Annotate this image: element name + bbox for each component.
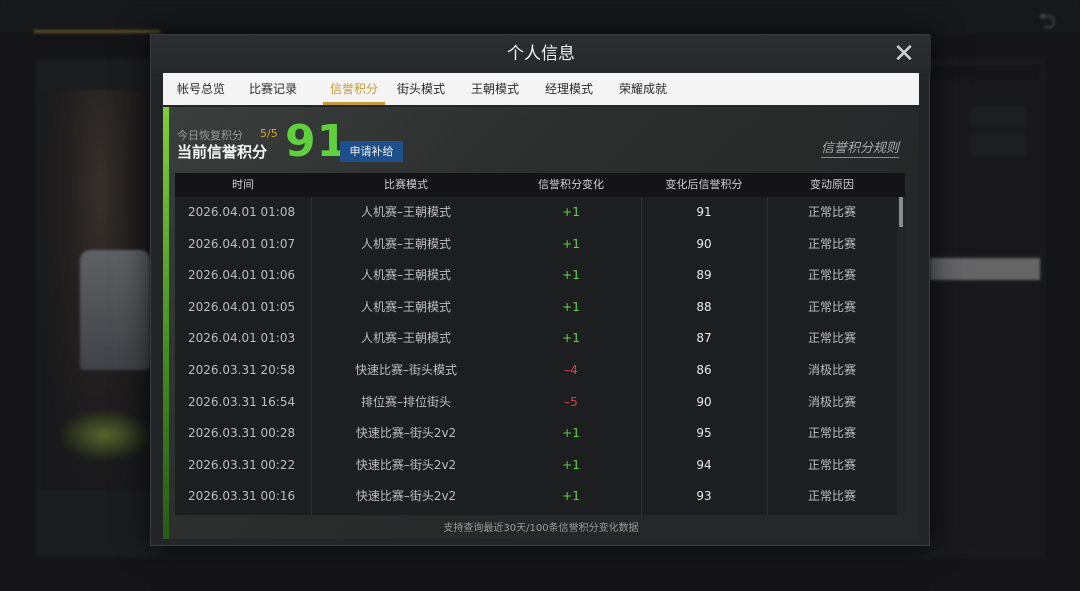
table-row: 2026.03.31 16:54 排位赛–排位街头 –5 90 消极比赛 [175, 387, 897, 419]
cell-after: 86 [696, 363, 712, 377]
cell-change: +1 [562, 299, 580, 314]
cell-mode: 人机赛–王朝模式 [360, 268, 451, 283]
cell-change: –4 [564, 363, 578, 377]
cell-reason: 正常比赛 [807, 268, 856, 283]
cell-reason: 正常比赛 [807, 457, 856, 472]
cell-mode: 人机赛–王朝模式 [360, 205, 451, 219]
cell-after: 91 [696, 205, 712, 219]
cell-reason: 正常比赛 [807, 489, 856, 504]
cell-mode: 快速比赛–街头模式 [354, 363, 457, 377]
modal-title: 个人信息 [151, 35, 931, 73]
cell-after: 87 [696, 331, 712, 346]
cell-after: 90 [696, 394, 712, 409]
credit-rules-link[interactable]: 信誉积分规则 [821, 137, 900, 158]
cell-time: 2026.03.31 00:16 [188, 489, 296, 504]
cell-after: 88 [696, 299, 712, 314]
tab-credit-score[interactable]: 信誉积分 [323, 73, 385, 105]
cell-mode: 快速比赛–街头2v2 [355, 426, 457, 441]
apply-supply-button[interactable]: 申请补给 [340, 141, 403, 162]
cell-time: 2026.03.31 20:58 [188, 363, 296, 377]
table-row: 2026.03.31 00:28 快速比赛–街头2v2 +1 95 正常比赛 [175, 418, 897, 450]
table-row: 2026.04.01 01:05 人机赛–王朝模式 +1 88 正常比赛 [175, 292, 897, 324]
header-after: 变化后信誉积分 [665, 178, 743, 191]
cell-time: 2026.03.31 00:28 [188, 426, 296, 441]
tab-street-mode[interactable]: 街头模式 [397, 73, 445, 105]
cell-after: 94 [696, 457, 712, 472]
table-row: 2026.03.31 20:58 快速比赛–街头模式 –4 86 消极比赛 [175, 355, 897, 387]
table-body[interactable]: 2026.04.01 01:08 人机赛–王朝模式 +1 91 正常比赛 2026.04.… [175, 197, 897, 515]
cell-mode: 排位赛–排位街头 [360, 394, 451, 409]
cell-time: 2026.03.31 16:54 [188, 394, 296, 409]
recover-count: 5/5 [260, 127, 278, 140]
header-change: 信誉积分变化 [538, 178, 604, 191]
header-reason: 变动原因 [810, 178, 854, 191]
current-score-label: 当前信誉积分 [177, 143, 268, 161]
cell-reason: 正常比赛 [807, 426, 856, 441]
cell-time: 2026.04.01 01:05 [188, 299, 296, 314]
panel-accent-stripe [163, 107, 169, 539]
cell-time: 2026.03.31 00:22 [188, 457, 296, 472]
table-scrollbar[interactable] [897, 197, 905, 515]
tab-account-overview[interactable]: 帐号总览 [177, 73, 225, 105]
cell-time: 2026.04.01 01:08 [188, 205, 296, 219]
table-row: 2026.04.01 01:03 人机赛–王朝模式 +1 87 正常比赛 [175, 323, 897, 355]
tab-manager-mode[interactable]: 经理模式 [545, 73, 593, 105]
table-header: 时间 比赛模式 信誉积分变化 变化后信誉积分 变动原因 [175, 173, 905, 197]
cell-time: 2026.04.01 01:03 [188, 331, 296, 346]
cell-time: 2026.04.01 01:06 [188, 268, 296, 283]
close-icon[interactable]: ✕ [891, 41, 917, 67]
tab-dynasty-mode[interactable]: 王朝模式 [471, 73, 519, 105]
table-row: 2026.04.01 01:06 人机赛–王朝模式 +1 89 正常比赛 [175, 260, 897, 292]
table-row: 2026.04.01 01:08 人机赛–王朝模式 +1 91 正常比赛 [175, 197, 897, 229]
cell-reason: 正常比赛 [807, 331, 856, 346]
personal-info-modal: 个人信息 ✕ 帐号总览 比赛记录 信誉积分 街头模式 王朝模式 经理模式 荣耀成… [150, 34, 931, 546]
tab-match-record[interactable]: 比赛记录 [249, 73, 297, 105]
cell-change: –5 [564, 394, 578, 409]
current-score-value: 91 [285, 116, 349, 167]
cell-after: 90 [696, 236, 712, 251]
cell-after: 93 [696, 489, 712, 504]
cell-mode: 人机赛–王朝模式 [360, 331, 451, 346]
cell-reason: 消极比赛 [807, 363, 856, 377]
cell-change: +1 [562, 426, 580, 441]
cell-reason: 正常比赛 [807, 299, 856, 314]
cell-reason: 正常比赛 [807, 236, 856, 251]
header-mode: 比赛模式 [384, 178, 428, 191]
cell-change: +1 [562, 236, 580, 251]
cell-mode: 人机赛–王朝模式 [360, 299, 451, 314]
query-limit-note: 支持查询最近30天/100条信誉积分变化数据 [443, 523, 639, 534]
cell-mode: 快速比赛–街头2v2 [355, 457, 457, 472]
table-row: 2026.03.31 00:22 快速比赛–街头2v2 +1 94 正常比赛 [175, 450, 897, 482]
cell-change: +1 [562, 489, 580, 504]
table-row: 2026.03.31 00:16 快速比赛–街头2v2 +1 93 正常比赛 [175, 481, 897, 513]
cell-after: 89 [696, 268, 712, 283]
cell-after: 95 [696, 426, 712, 441]
cell-time: 2026.04.01 01:07 [188, 236, 296, 251]
scrollbar-thumb[interactable] [899, 197, 903, 227]
cell-change: +1 [562, 331, 580, 346]
credit-history-table: 时间 比赛模式 信誉积分变化 变化后信誉积分 变动原因 2026.04.01 0… [175, 173, 905, 515]
cell-reason: 正常比赛 [807, 205, 856, 219]
cell-change: +1 [562, 457, 580, 472]
tab-bar: 帐号总览 比赛记录 信誉积分 街头模式 王朝模式 经理模式 荣耀成就 [163, 73, 919, 105]
table-row: 2026.04.01 01:07 人机赛–王朝模式 +1 90 正常比赛 [175, 229, 897, 261]
header-time: 时间 [232, 178, 254, 191]
cell-mode: 人机赛–王朝模式 [360, 236, 451, 251]
credit-score-panel: 今日恢复积分 5/5 当前信誉积分 91 申请补给 信誉积分规则 时间 比赛模式… [163, 107, 919, 539]
cell-change: +1 [562, 268, 580, 283]
cell-mode: 快速比赛–街头2v2 [355, 489, 457, 504]
tab-honor-achievements[interactable]: 荣耀成就 [619, 73, 667, 105]
cell-reason: 消极比赛 [807, 394, 856, 409]
cell-change: +1 [562, 205, 580, 219]
